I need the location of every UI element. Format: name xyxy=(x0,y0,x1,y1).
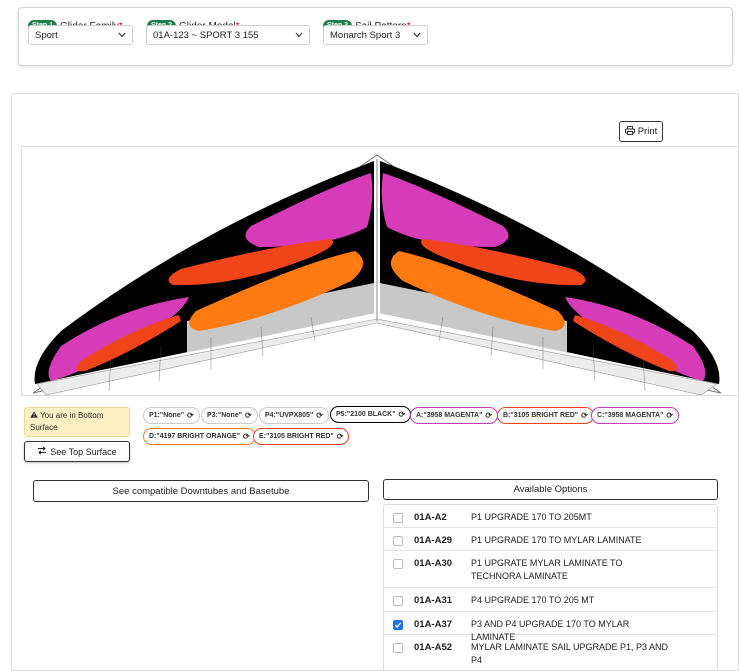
option-checkbox[interactable] xyxy=(393,596,403,606)
glider-selection-card: Step 1 Glider Family* Sport Step 2 Glide… xyxy=(18,7,733,66)
pill-label: A:"3958 MAGENTA" xyxy=(416,412,483,419)
option-code: 01A-A52 xyxy=(414,642,453,653)
refresh-icon: ⟳ xyxy=(666,411,674,420)
option-code: 01A-A31 xyxy=(414,595,453,606)
option-code: 01A-A37 xyxy=(414,619,453,630)
print-button[interactable]: Print xyxy=(619,121,663,142)
glider-family-value: Sport xyxy=(35,29,58,41)
chevron-down-icon xyxy=(118,31,126,40)
pill-label: C:"3958 MAGENTA" xyxy=(597,412,664,419)
available-options-button[interactable]: Available Options xyxy=(383,479,718,500)
refresh-icon: ⟳ xyxy=(398,410,406,419)
sail-pattern-value: Monarch Sport 3 xyxy=(330,29,401,41)
refresh-icon: ⟳ xyxy=(187,411,194,420)
pill-label: B:"3105 BRIGHT RED" xyxy=(503,412,579,419)
pill-label: P1:"None" xyxy=(149,412,185,419)
refresh-icon: ⟳ xyxy=(581,411,588,420)
list-item[interactable]: 01A-A52 MYLAR LAMINATE SAIL UPGRADE P1, … xyxy=(384,635,717,671)
color-pill-b[interactable]: B:"3105 BRIGHT RED" ⟳ xyxy=(497,407,594,424)
pill-label: D:"4197 BRIGHT ORANGE" xyxy=(149,433,241,440)
pill-label: E:"3105 BRIGHT RED" xyxy=(259,433,334,440)
option-description: P1 UPGRATE MYLAR LAMINATE TO TECHNORA LA… xyxy=(471,558,623,581)
option-checkbox[interactable] xyxy=(393,513,403,523)
option-checkbox[interactable] xyxy=(393,643,403,653)
surface-notice-text: You are in Bottom Surface xyxy=(30,411,104,432)
option-checkbox[interactable] xyxy=(393,620,403,630)
list-item[interactable]: 01A-A30 P1 UPGRATE MYLAR LAMINATE TO TEC… xyxy=(384,551,717,588)
see-top-surface-label: See Top Surface xyxy=(50,446,117,457)
option-description: P1 UPGRADE 170 TO 205MT xyxy=(471,512,592,522)
option-code: 01A-A30 xyxy=(414,558,453,569)
pill-label: P5:"2100 BLACK" xyxy=(336,411,396,418)
options-list: 01A-A2 P1 UPGRADE 170 TO 205MT 01A-A29 P… xyxy=(383,504,718,671)
refresh-icon: ⟳ xyxy=(245,411,252,420)
surface-notice: You are in Bottom Surface xyxy=(24,407,130,437)
warning-icon xyxy=(30,411,40,420)
refresh-icon: ⟳ xyxy=(243,432,250,441)
printer-icon xyxy=(624,125,635,138)
checkmark-icon xyxy=(394,622,402,629)
swap-arrows-icon xyxy=(37,446,47,457)
available-options-label: Available Options xyxy=(513,484,588,495)
option-checkbox[interactable] xyxy=(393,536,403,546)
option-description: P1 UPGRADE 170 TO MYLAR LAMINATE xyxy=(471,535,642,545)
color-pill-c[interactable]: C:"3958 MAGENTA" ⟳ xyxy=(591,407,680,424)
list-item[interactable]: 01A-A2 P1 UPGRADE 170 TO 205MT xyxy=(384,505,717,528)
refresh-icon: ⟳ xyxy=(485,411,493,420)
pill-label: P4:"UVPX805" xyxy=(265,412,314,419)
glider-model-select[interactable]: 01A-123 ~ SPORT 3 155 xyxy=(146,25,310,45)
list-item[interactable]: 01A-A29 P1 UPGRADE 170 TO MYLAR LAMINATE xyxy=(384,528,717,551)
color-pill-p5[interactable]: P5:"2100 BLACK" ⟳ xyxy=(330,406,412,423)
glider-sail-image xyxy=(32,154,722,396)
color-pill-p1[interactable]: P1:"None" ⟳ xyxy=(143,407,200,424)
sail-pattern-select[interactable]: Monarch Sport 3 xyxy=(323,25,428,45)
glider-model-value: 01A-123 ~ SPORT 3 155 xyxy=(153,29,259,41)
refresh-icon: ⟳ xyxy=(336,432,344,441)
chevron-down-icon xyxy=(413,31,421,40)
color-pill-e[interactable]: E:"3105 BRIGHT RED" ⟳ xyxy=(253,428,350,445)
pill-label: P3:"None" xyxy=(207,412,243,419)
option-checkbox[interactable] xyxy=(393,559,403,569)
option-code: 01A-A29 xyxy=(414,535,453,546)
glider-preview-frame xyxy=(21,146,738,396)
color-pill-d[interactable]: D:"4197 BRIGHT ORANGE" ⟳ xyxy=(143,428,256,445)
list-item[interactable]: 01A-A37 P3 AND P4 UPGRADE 170 TO MYLAR L… xyxy=(384,612,717,642)
compatible-downtubes-button[interactable]: See compatible Downtubes and Basetube xyxy=(33,480,369,502)
chevron-down-icon xyxy=(295,31,303,40)
see-top-surface-button[interactable]: See Top Surface xyxy=(24,441,130,462)
compatible-downtubes-label: See compatible Downtubes and Basetube xyxy=(112,485,290,497)
option-description: MYLAR LAMINATE SAIL UPGRADE P1, P3 AND P… xyxy=(471,642,669,665)
print-label: Print xyxy=(637,126,658,137)
refresh-icon: ⟳ xyxy=(316,411,323,420)
glider-family-select[interactable]: Sport xyxy=(28,25,133,45)
color-pill-p3[interactable]: P3:"None" ⟳ xyxy=(201,407,258,424)
color-pill-a[interactable]: A:"3958 MAGENTA" ⟳ xyxy=(410,407,499,424)
option-description: P4 UPGRADE 170 TO 205 MT xyxy=(471,595,595,605)
color-pill-p4[interactable]: P4:"UVPX805" ⟳ xyxy=(259,407,329,424)
option-code: 01A-A2 xyxy=(414,512,447,523)
list-item[interactable]: 01A-A31 P4 UPGRADE 170 TO 205 MT xyxy=(384,588,717,612)
